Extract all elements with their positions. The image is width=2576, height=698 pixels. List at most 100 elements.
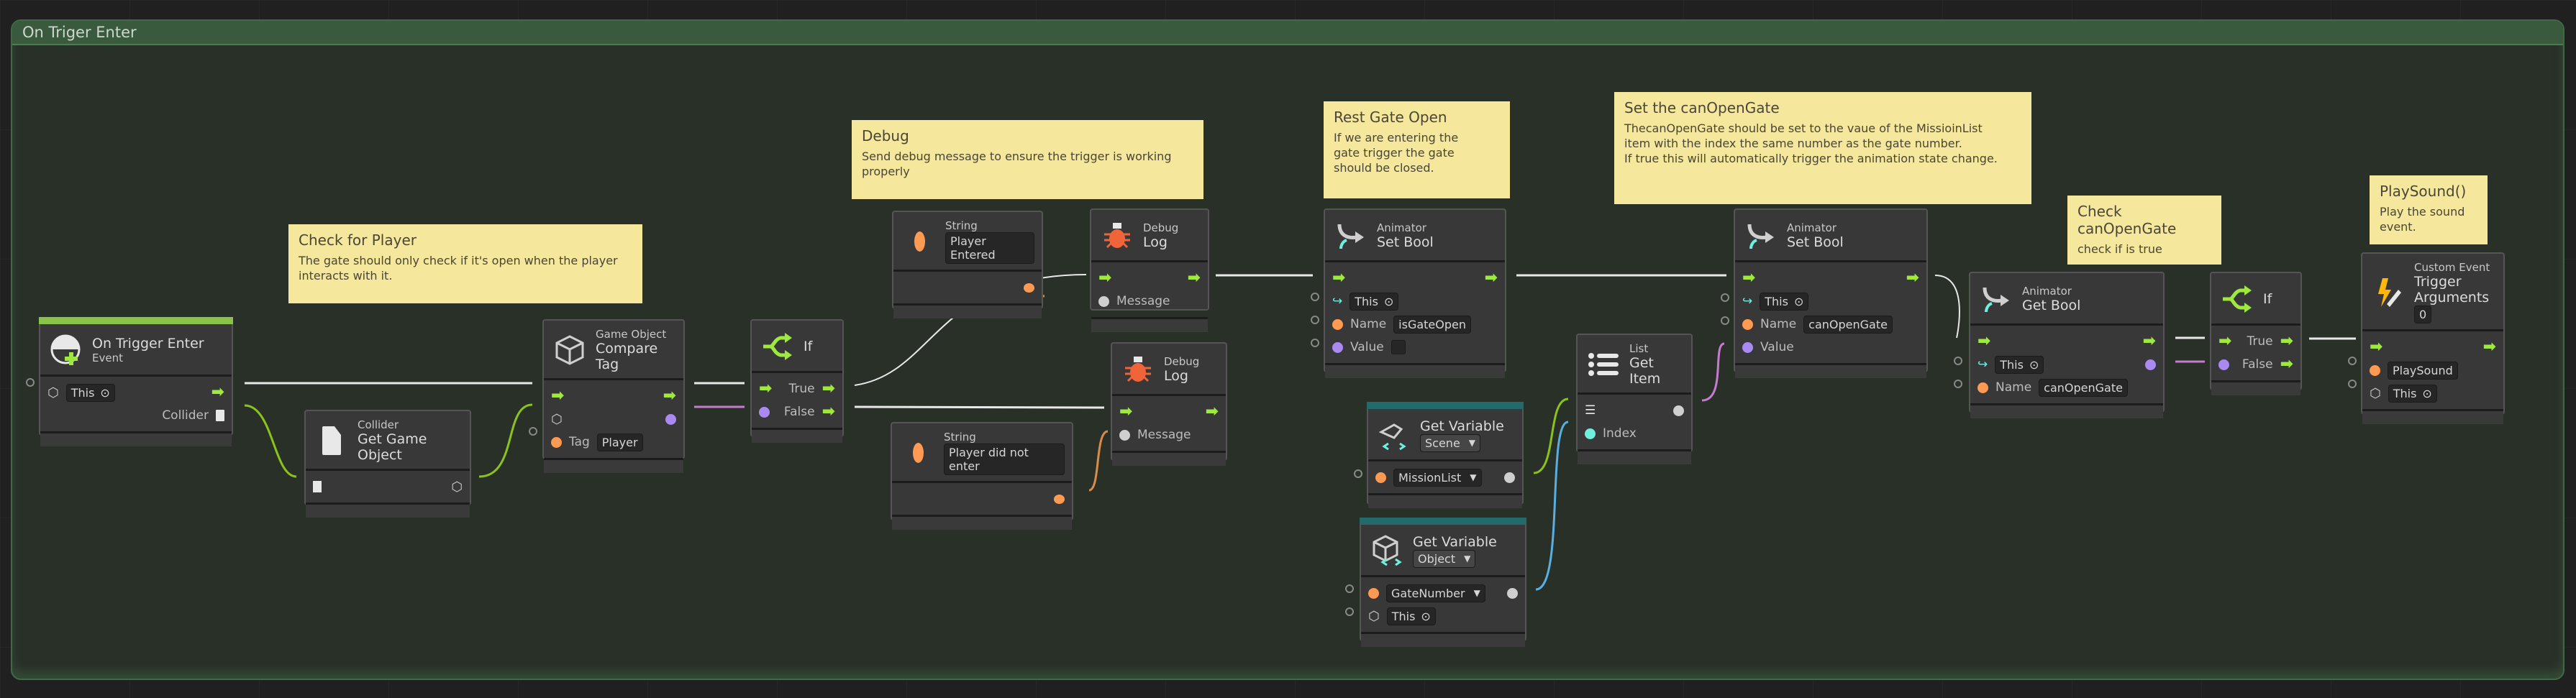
message-port[interactable] <box>1098 295 1109 307</box>
condition-port[interactable] <box>759 406 770 418</box>
object-picker-icon[interactable]: ⊙ <box>100 386 109 400</box>
item-output-port[interactable] <box>1673 405 1684 416</box>
node-animator-set-bool-2[interactable]: Animator Set Bool ➡ ➡ ↪ This ⊙ Name canOpenG… <box>1734 208 1928 378</box>
string-value-field[interactable]: Player Entered <box>945 232 1034 264</box>
event-name-field[interactable]: PlaySound <box>2388 361 2458 380</box>
node-list-get-item[interactable]: List Get Item ☰ Index <box>1576 334 1693 464</box>
gameobject-output-icon[interactable]: ⬡ <box>451 479 463 495</box>
string-port[interactable] <box>2370 364 2380 376</box>
name-field[interactable]: canOpenGate <box>1803 315 1893 334</box>
message-port[interactable] <box>1119 429 1130 441</box>
bool-port[interactable] <box>1742 341 1753 353</box>
object-picker-icon[interactable]: ⊙ <box>2029 358 2039 372</box>
sticky-debug[interactable]: Debug Send debug message to ensure the t… <box>852 120 1203 199</box>
sticky-rest-gate-open[interactable]: Rest Gate Open If we are entering the ga… <box>1324 101 1510 198</box>
index-port[interactable] <box>1585 428 1596 439</box>
flow-output-arrow-icon[interactable]: ➡ <box>2143 334 2156 349</box>
object-picker-icon[interactable]: ⊙ <box>1384 295 1393 308</box>
unconnected-port[interactable] <box>1345 584 1354 593</box>
arguments-count-field[interactable]: 0 <box>2414 306 2432 323</box>
flow-output-arrow-icon[interactable]: ➡ <box>1188 270 1201 286</box>
sticky-set-canopengate[interactable]: Set the canOpenGate ThecanOpenGate shoul… <box>1614 92 2031 204</box>
scope-dropdown[interactable]: Object ▼ <box>1413 549 1476 568</box>
flow-output-arrow-icon[interactable]: ➡ <box>1906 270 1919 286</box>
unconnected-port[interactable] <box>2348 380 2357 388</box>
node-string-player-entered[interactable]: String Player Entered <box>892 211 1043 318</box>
flow-input-arrow-icon[interactable]: ➡ <box>551 388 564 404</box>
variable-name-dropdown[interactable]: MissionList ▼ <box>1393 468 1482 487</box>
target-field[interactable]: This ⊙ <box>1350 292 1399 311</box>
unconnected-port[interactable] <box>1354 469 1362 478</box>
node-custom-event-trigger[interactable]: Custom Event Trigger Arguments 0 ➡ ➡ Play… <box>2361 252 2505 424</box>
node-on-trigger-enter[interactable]: On Trigger Enter Event ⬡ This ⊙ ➡ Collide… <box>39 317 233 446</box>
sticky-check-canopengate[interactable]: Check canOpenGate check if is true <box>2067 196 2221 265</box>
string-output-port[interactable] <box>1024 283 1034 293</box>
true-output-arrow-icon[interactable]: ➡ <box>2280 334 2293 349</box>
unconnected-port[interactable] <box>529 427 537 436</box>
node-if-1[interactable]: If ➡ True ➡ False ➡ <box>750 319 844 443</box>
flow-input-arrow-icon[interactable]: ➡ <box>1742 270 1755 286</box>
unconnected-port[interactable] <box>1954 380 1962 388</box>
flow-input-arrow-icon[interactable]: ➡ <box>1332 270 1345 286</box>
unconnected-port[interactable] <box>1311 339 1319 347</box>
value-output-port[interactable] <box>1504 472 1515 483</box>
string-value-field[interactable]: Player did not enter <box>944 444 1065 475</box>
group-on-trigger-enter[interactable]: On Triger Enter <box>11 19 2564 680</box>
string-port[interactable] <box>1368 587 1379 599</box>
unconnected-port[interactable] <box>1345 607 1354 616</box>
false-output-arrow-icon[interactable]: ➡ <box>822 404 835 420</box>
target-field[interactable]: This ⊙ <box>1995 355 2044 374</box>
node-animator-get-bool[interactable]: Animator Get Bool ➡ ➡ ↪ This ⊙ Name canOpenG… <box>1969 272 2165 418</box>
gameobject-input-icon[interactable]: ⬡ <box>551 412 563 427</box>
flow-input-arrow-icon[interactable]: ➡ <box>1119 404 1132 420</box>
scope-dropdown[interactable]: Scene ▼ <box>1420 433 1481 452</box>
node-debug-log-1[interactable]: Debug Log ➡ ➡ Message <box>1090 208 1209 332</box>
node-compare-tag[interactable]: Game Object Compare Tag ➡ ➡ ⬡ Tag Player <box>542 319 685 473</box>
flow-output-arrow-icon[interactable]: ➡ <box>663 388 676 404</box>
bool-port[interactable] <box>1332 341 1343 353</box>
flow-output-arrow-icon[interactable]: ➡ <box>1206 404 1219 420</box>
string-port[interactable] <box>1742 318 1753 330</box>
name-field[interactable]: canOpenGate <box>2039 378 2128 397</box>
list-input-icon[interactable]: ☰ <box>1585 403 1596 418</box>
true-output-arrow-icon[interactable]: ➡ <box>822 381 835 397</box>
node-get-game-object[interactable]: Collider Get Game Object ⬡ <box>304 410 471 518</box>
unconnected-port[interactable] <box>1954 357 1962 365</box>
object-picker-icon[interactable]: ⊙ <box>1794 295 1803 308</box>
flow-input-arrow-icon[interactable]: ➡ <box>2218 334 2231 349</box>
flow-input-arrow-icon[interactable]: ➡ <box>1977 334 1990 349</box>
flow-output-arrow-icon[interactable]: ➡ <box>211 385 224 400</box>
condition-port[interactable] <box>2218 359 2229 370</box>
node-string-player-not-entered[interactable]: String Player did not enter <box>891 422 1073 530</box>
object-picker-icon[interactable]: ⊙ <box>1421 610 1430 623</box>
unconnected-port[interactable] <box>26 378 35 387</box>
unconnected-port[interactable] <box>2348 357 2357 365</box>
string-port[interactable] <box>1375 472 1386 483</box>
target-field[interactable]: This ⊙ <box>1760 292 1809 311</box>
target-field[interactable]: This ⊙ <box>2388 384 2437 403</box>
node-animator-set-bool-1[interactable]: Animator Set Bool ➡ ➡ ↪ This ⊙ Name isGateOp… <box>1324 208 1506 378</box>
unconnected-port[interactable] <box>1721 316 1729 325</box>
value-checkbox[interactable] <box>1391 340 1406 354</box>
unconnected-port[interactable] <box>1721 293 1729 302</box>
flow-input-arrow-icon[interactable]: ➡ <box>2370 339 2382 355</box>
target-field[interactable]: This ⊙ <box>65 383 115 402</box>
object-picker-icon[interactable]: ⊙ <box>2422 387 2431 400</box>
unconnected-port[interactable] <box>1311 293 1319 301</box>
collider-input-icon[interactable] <box>313 481 322 492</box>
false-output-arrow-icon[interactable]: ➡ <box>2280 357 2293 372</box>
sticky-check-for-player[interactable]: Check for Player The gate should only ch… <box>288 224 642 303</box>
string-port[interactable] <box>551 436 562 448</box>
value-output-port[interactable] <box>1507 587 1518 599</box>
bool-output-port[interactable] <box>2145 359 2156 370</box>
tag-field[interactable]: Player <box>596 433 643 451</box>
target-field[interactable]: This ⊙ <box>1386 607 1436 625</box>
unconnected-port[interactable] <box>1311 316 1319 324</box>
sticky-playsound[interactable]: PlaySound() Play the sound event. <box>2370 175 2488 244</box>
string-port[interactable] <box>1977 382 1988 393</box>
node-get-variable-object[interactable]: Get Variable Object ▼ GateNumber ▼ ⬡ This ⊙ <box>1360 518 1526 647</box>
node-debug-log-2[interactable]: Debug Log ➡ ➡ Message <box>1111 342 1227 466</box>
node-if-2[interactable]: If ➡ True ➡ False ➡ <box>2210 272 2302 395</box>
group-title[interactable]: On Triger Enter <box>12 21 2563 45</box>
flow-input-arrow-icon[interactable]: ➡ <box>759 381 772 397</box>
